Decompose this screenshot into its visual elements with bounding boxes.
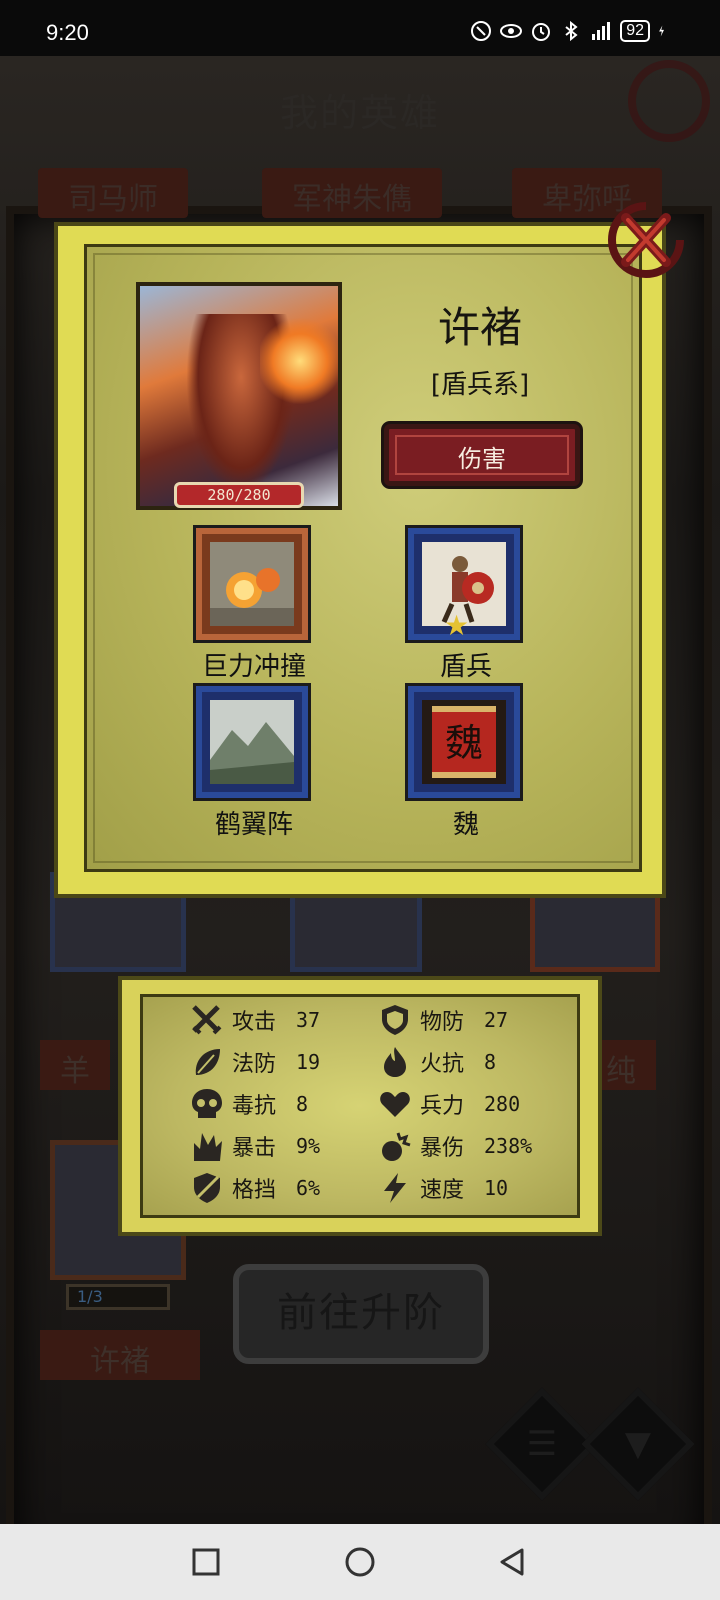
stat-name: 火抗: [420, 1052, 465, 1077]
stat-fire-res: 火抗 8: [378, 1045, 496, 1079]
charging-icon: [659, 25, 664, 37]
filter-icon: ▼: [624, 1424, 652, 1464]
wei-banner-icon: 魏: [422, 700, 506, 784]
flame-icon: [384, 1047, 406, 1077]
leaf-icon: [195, 1049, 220, 1075]
alarm-icon: [532, 23, 551, 41]
role-badge: 伤害: [384, 424, 580, 486]
hero-class: [盾兵系]: [430, 370, 530, 400]
stat-name: 法防: [232, 1052, 277, 1077]
hero-card-progress: 1/3: [66, 1284, 170, 1310]
fire-boulder-icon: [210, 542, 294, 626]
stat-block: 格挡 6%: [190, 1171, 320, 1205]
hero-hp-bar: 280/280: [174, 482, 304, 508]
claw-icon: [194, 1133, 222, 1161]
stat-crit: 暴击 9%: [190, 1129, 320, 1163]
skill-label-3: 鹤翼阵: [214, 810, 293, 840]
fire-effect: [260, 316, 338, 406]
back-button[interactable]: [496, 1546, 528, 1578]
recents-button[interactable]: [190, 1546, 222, 1578]
screen: { "status_bar": { "time": "9:20", "batte…: [0, 0, 720, 1600]
block-shield-icon: [194, 1173, 220, 1203]
system-nav-bar: [0, 1524, 720, 1600]
skill-label-1: 巨力冲撞: [201, 652, 306, 682]
home-button[interactable]: [344, 1546, 376, 1578]
swords-icon: [192, 1005, 222, 1035]
wei-glyph: 魏: [445, 721, 483, 765]
hero-card-name: 许褚: [40, 1330, 200, 1380]
stat-phys-def: 物防 27: [378, 1003, 508, 1037]
star-icon: ★: [444, 609, 470, 642]
stat-crit-dmg: 暴伤 238%: [378, 1129, 532, 1163]
skill-slot-1[interactable]: [196, 528, 308, 640]
page-title: 我的英雄: [279, 91, 440, 135]
stat-value: 6%: [296, 1176, 321, 1200]
burst-icon: [382, 1132, 411, 1161]
lightning-icon: [384, 1173, 406, 1203]
stat-attack: 攻击 37: [190, 1003, 320, 1037]
stat-troops: 兵力 280: [378, 1087, 520, 1121]
stat-name: 暴击: [232, 1136, 277, 1161]
hero-portrait: [136, 282, 342, 510]
status-icons: 92: [470, 20, 670, 42]
skill-label-4: 魏: [452, 810, 479, 840]
stat-value: 27: [484, 1008, 509, 1032]
stat-poison-res: 毒抗 8: [190, 1087, 308, 1121]
tab-hero-2[interactable]: 军神朱儁: [262, 168, 442, 218]
stat-name: 毒抗: [232, 1094, 277, 1119]
stat-value: 9%: [296, 1134, 321, 1158]
stat-name: 速度: [420, 1178, 465, 1203]
stat-value: 238%: [484, 1134, 533, 1158]
skull-icon: [192, 1089, 222, 1118]
tab-hero-1[interactable]: 司马师: [38, 168, 188, 218]
role-badge-label: 伤害: [458, 445, 506, 473]
mountain-formation-icon: [210, 700, 294, 784]
stat-name: 暴伤: [420, 1136, 465, 1161]
hero-name: 许褚: [437, 303, 522, 352]
stat-value: 8: [484, 1050, 497, 1074]
heart-icon: [380, 1092, 410, 1117]
advance-button[interactable]: 前往升阶: [233, 1264, 489, 1364]
nfc-icon: [471, 21, 492, 41]
stat-magic-def: 法防 19: [190, 1045, 320, 1079]
eye-icon: [500, 24, 523, 38]
stat-name: 攻击: [232, 1010, 277, 1035]
skill-slot-3[interactable]: [196, 686, 308, 798]
stat-value: 19: [296, 1050, 321, 1074]
close-icon[interactable]: [602, 198, 694, 282]
bg-close-icon: [628, 60, 710, 142]
shield-icon: [382, 1005, 408, 1035]
bluetooth-icon: [565, 20, 578, 42]
skill-label-2: 盾兵: [439, 652, 492, 682]
stat-value: 10: [484, 1176, 509, 1200]
hero-card-name: 羊: [40, 1040, 110, 1090]
stat-value: 8: [296, 1092, 309, 1116]
stat-value: 280: [484, 1092, 521, 1116]
status-bar: 9:20 92: [0, 0, 720, 56]
stat-name: 物防: [420, 1010, 465, 1035]
stat-value: 37: [296, 1008, 321, 1032]
skill-slot-4[interactable]: 魏: [408, 686, 520, 798]
stat-name: 兵力: [420, 1094, 465, 1119]
status-time: 9:20: [46, 20, 89, 45]
signal-icon: [592, 22, 611, 40]
list-icon: ☰: [526, 1424, 558, 1464]
stat-speed: 速度 10: [378, 1171, 508, 1205]
battery-indicator: 92: [620, 20, 650, 42]
stat-name: 格挡: [232, 1178, 277, 1203]
